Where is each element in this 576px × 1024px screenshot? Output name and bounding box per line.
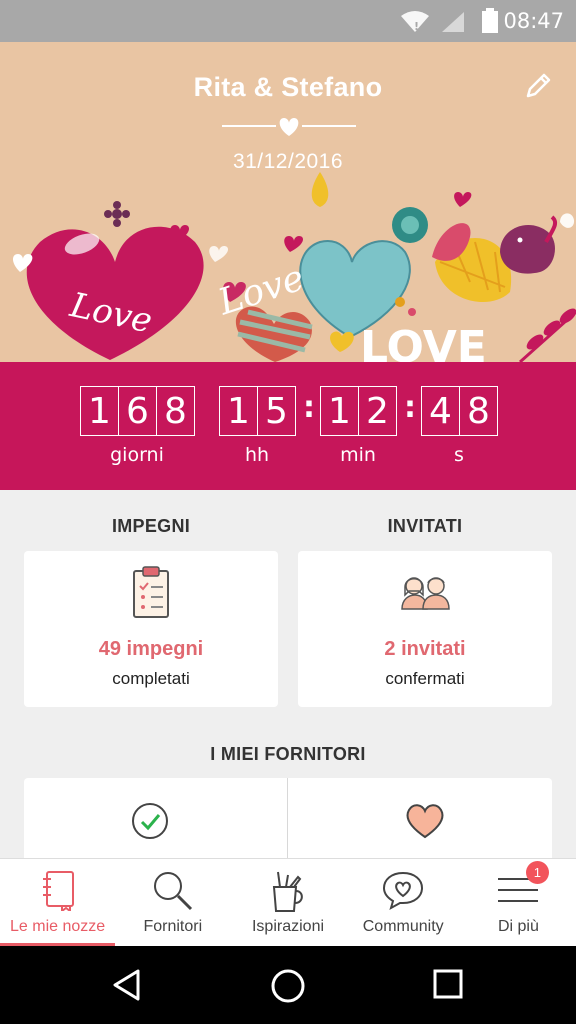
recents-icon[interactable] (432, 968, 464, 1000)
nav-label: Fornitori (143, 918, 203, 935)
couple-names: Rita & Stefano (193, 72, 383, 102)
minutes-digits: 1 2 (320, 386, 397, 436)
guests-section-title: INVITATI (387, 516, 463, 536)
wedding-header: Rita & Stefano 31/12/2016 Love Love LOVE (0, 42, 576, 362)
tasks-section-title: IMPEGNI (111, 516, 191, 536)
nav-ispirazioni[interactable]: Ispirazioni (230, 859, 345, 946)
days-label: giorni (110, 444, 164, 466)
search-icon (153, 872, 192, 911)
digit: 1 (81, 387, 118, 435)
tasks-count: 49 impegni (98, 638, 204, 660)
time-separator: : (404, 390, 416, 425)
seconds-label: s (454, 444, 464, 466)
time-separator: : (303, 390, 315, 425)
nav-label: Community (362, 918, 444, 935)
check-circle-icon[interactable] (130, 801, 170, 841)
clipboard-checklist-icon (133, 566, 169, 618)
digit: 5 (258, 387, 295, 435)
seconds-digits: 4 8 (421, 386, 498, 436)
love-word-3: LOVE (360, 322, 487, 362)
minutes-label: min (340, 444, 376, 466)
guests-subtitle: confermati (385, 669, 465, 688)
days-digits: 1 6 8 (80, 386, 195, 436)
providers-divider (287, 778, 288, 868)
digit: 8 (157, 387, 194, 435)
wifi-icon: ! (401, 11, 429, 33)
heart-divider (222, 118, 356, 136)
providers-section-title: I MIEI FORNITORI (210, 744, 366, 764)
digit: 1 (321, 387, 358, 435)
nav-label: Le mie nozze (10, 918, 106, 935)
pencil-cup-icon (272, 871, 303, 912)
guests-card[interactable]: 2 invitati confermati (298, 551, 552, 707)
digit: 8 (460, 387, 497, 435)
providers-card (24, 778, 552, 868)
notification-badge: 1 (525, 861, 549, 884)
home-icon[interactable] (270, 968, 306, 1004)
svg-text:!: ! (414, 20, 419, 33)
nav-le-mie-nozze[interactable]: Le mie nozze (0, 859, 116, 946)
edit-pencil-icon[interactable] (522, 70, 554, 102)
notebook-icon (42, 871, 74, 911)
battery-icon (482, 8, 498, 33)
signal-icon (442, 12, 464, 32)
guests-count: 2 invitati (384, 638, 466, 660)
bottom-navigation: Le mie nozze Fornitori Ispirazioni Commu… (0, 858, 576, 946)
digit: 6 (119, 387, 156, 435)
status-time: 08:47 (503, 9, 564, 33)
digit: 1 (220, 387, 257, 435)
digit: 4 (422, 387, 459, 435)
back-icon[interactable] (110, 968, 144, 1002)
nav-label: Ispirazioni (251, 918, 325, 935)
chat-heart-icon (383, 871, 424, 911)
nav-community[interactable]: Community (346, 859, 461, 946)
digit: 2 (359, 387, 396, 435)
countdown-banner: 1 6 8 1 5 : 1 2 : 4 8 giorni hh min s (0, 362, 576, 490)
system-nav-bar (0, 946, 576, 1024)
nav-label: Di più (497, 918, 539, 935)
status-bar: ! 08:47 (0, 0, 576, 42)
love-illustration: Love Love LOVE (13, 172, 576, 362)
heart-icon[interactable] (404, 802, 446, 840)
hours-label: hh (244, 444, 270, 466)
hours-digits: 1 5 (219, 386, 296, 436)
nav-fornitori[interactable]: Fornitori (115, 859, 230, 946)
tasks-subtitle: completati (112, 669, 190, 688)
nav-di-piu[interactable]: 1 Di più (461, 859, 576, 946)
guests-couple-icon (401, 577, 450, 610)
tasks-card[interactable]: 49 impegni completati (24, 551, 278, 707)
